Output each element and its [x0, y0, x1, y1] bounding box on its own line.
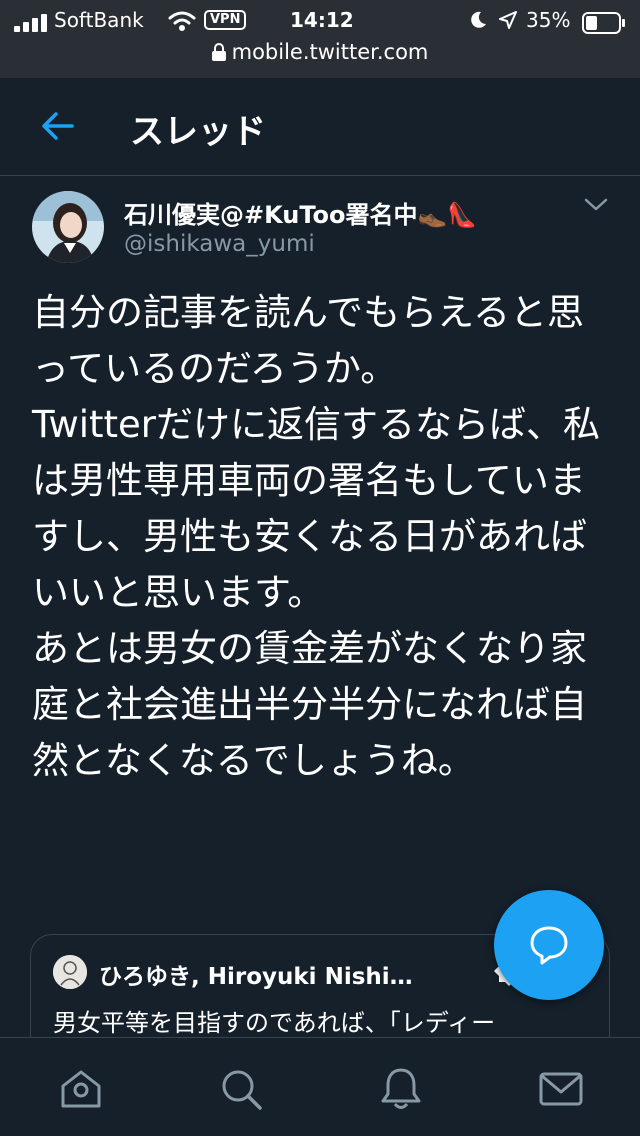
vpn-badge: VPN: [204, 10, 247, 30]
author-handle[interactable]: @ishikawa_yumi: [124, 231, 315, 257]
avatar[interactable]: [32, 191, 104, 263]
bottom-nav: [0, 1037, 640, 1136]
shoe-emoji-icon: 👞👠: [417, 201, 478, 229]
location-arrow-icon: [499, 11, 517, 29]
reply-button[interactable]: [494, 890, 604, 1000]
quote-avatar: [53, 955, 87, 989]
chevron-down-icon[interactable]: [582, 195, 610, 215]
search-icon[interactable]: [218, 1066, 264, 1112]
wifi-icon: [168, 11, 196, 31]
tweet-text: 自分の記事を読んでもらえると思っているのだろうか。 Twitterだけに返信する…: [32, 291, 601, 782]
url-text: mobile.twitter.com: [231, 40, 429, 64]
moon-icon: [471, 11, 486, 28]
clock-time: 14:12: [290, 8, 354, 32]
author-name[interactable]: 石川優実@#KuToo署名中👞👠: [124, 195, 477, 230]
notifications-bell-icon[interactable]: [378, 1066, 424, 1112]
page-header: スレッド: [0, 78, 640, 176]
status-bar: SoftBank VPN 14:12 35% mobile.twitter.co…: [0, 0, 640, 78]
signal-bars-icon: [14, 14, 47, 32]
quote-text: 男女平等を目指すのであれば、「レディー: [53, 1009, 496, 1037]
home-icon[interactable]: [58, 1066, 104, 1112]
address-bar[interactable]: mobile.twitter.com: [0, 40, 640, 70]
battery-icon: [582, 12, 625, 34]
messages-envelope-icon[interactable]: [538, 1066, 584, 1112]
reply-bubble-icon: [530, 926, 568, 965]
page-title: スレッド: [130, 112, 266, 152]
quote-author-name: ひろゆき, Hiroyuki Nishi…: [99, 964, 413, 990]
back-arrow-icon[interactable]: [38, 108, 78, 144]
carrier-name: SoftBank: [54, 8, 144, 32]
battery-percent: 35%: [526, 8, 571, 32]
lock-icon: [211, 43, 226, 61]
